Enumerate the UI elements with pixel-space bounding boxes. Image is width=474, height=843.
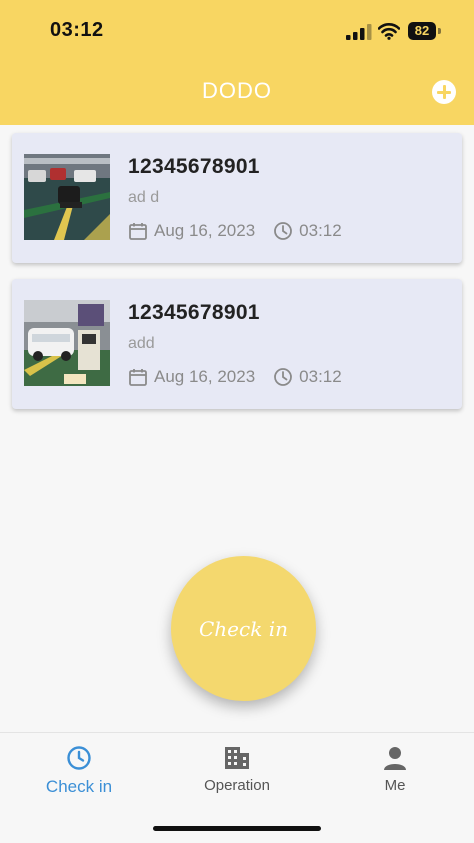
add-button[interactable] xyxy=(432,80,456,104)
parking-photo-thumbnail xyxy=(24,300,110,386)
check-in-button[interactable]: Check in xyxy=(171,556,316,701)
nav-tab-me[interactable]: Me xyxy=(316,745,474,805)
nav-label: Check in xyxy=(45,777,113,796)
calendar-icon xyxy=(129,223,147,240)
record-card[interactable]: 12345678901 add Aug 16, 2023 03:12 xyxy=(12,279,462,409)
clock-icon xyxy=(67,746,91,770)
clock-icon xyxy=(274,222,293,240)
record-note: add xyxy=(128,335,155,352)
record-time: 03:12 xyxy=(299,221,342,240)
record-phone: 12345678901 xyxy=(128,301,260,324)
nav-label: Operation xyxy=(204,777,270,794)
record-note: ad d xyxy=(128,189,160,206)
page-title: DODO xyxy=(202,78,272,103)
wifi-icon xyxy=(378,23,400,40)
nav-label: Me xyxy=(384,777,406,794)
record-time: 03:12 xyxy=(299,367,342,386)
check-in-label: Check in xyxy=(199,616,288,641)
battery-level: 82 xyxy=(414,23,430,38)
calendar-icon xyxy=(129,369,147,386)
record-card[interactable]: 12345678901 ad d Aug 16, 2023 03:12 xyxy=(12,133,462,263)
home-indicator xyxy=(153,826,321,831)
record-date: Aug 16, 2023 xyxy=(154,367,256,386)
signal-icon xyxy=(346,24,372,40)
parking-photo-thumbnail xyxy=(24,154,110,240)
clock-icon xyxy=(274,368,293,386)
nav-tab-operation[interactable]: Operation xyxy=(158,745,316,805)
building-icon xyxy=(225,747,249,769)
status-time: 03:12 xyxy=(50,19,104,41)
record-meta: Aug 16, 2023 03:12 xyxy=(128,365,342,389)
record-phone: 12345678901 xyxy=(128,155,260,178)
nav-tab-check-in[interactable]: Check in xyxy=(0,745,158,805)
record-meta: Aug 16, 2023 03:12 xyxy=(128,219,342,243)
app-header: 03:12 82 DODO xyxy=(0,0,474,125)
record-date: Aug 16, 2023 xyxy=(154,221,256,240)
battery-icon: 82 xyxy=(408,22,442,40)
status-bar: 03:12 82 xyxy=(0,0,474,60)
person-icon xyxy=(384,747,406,770)
